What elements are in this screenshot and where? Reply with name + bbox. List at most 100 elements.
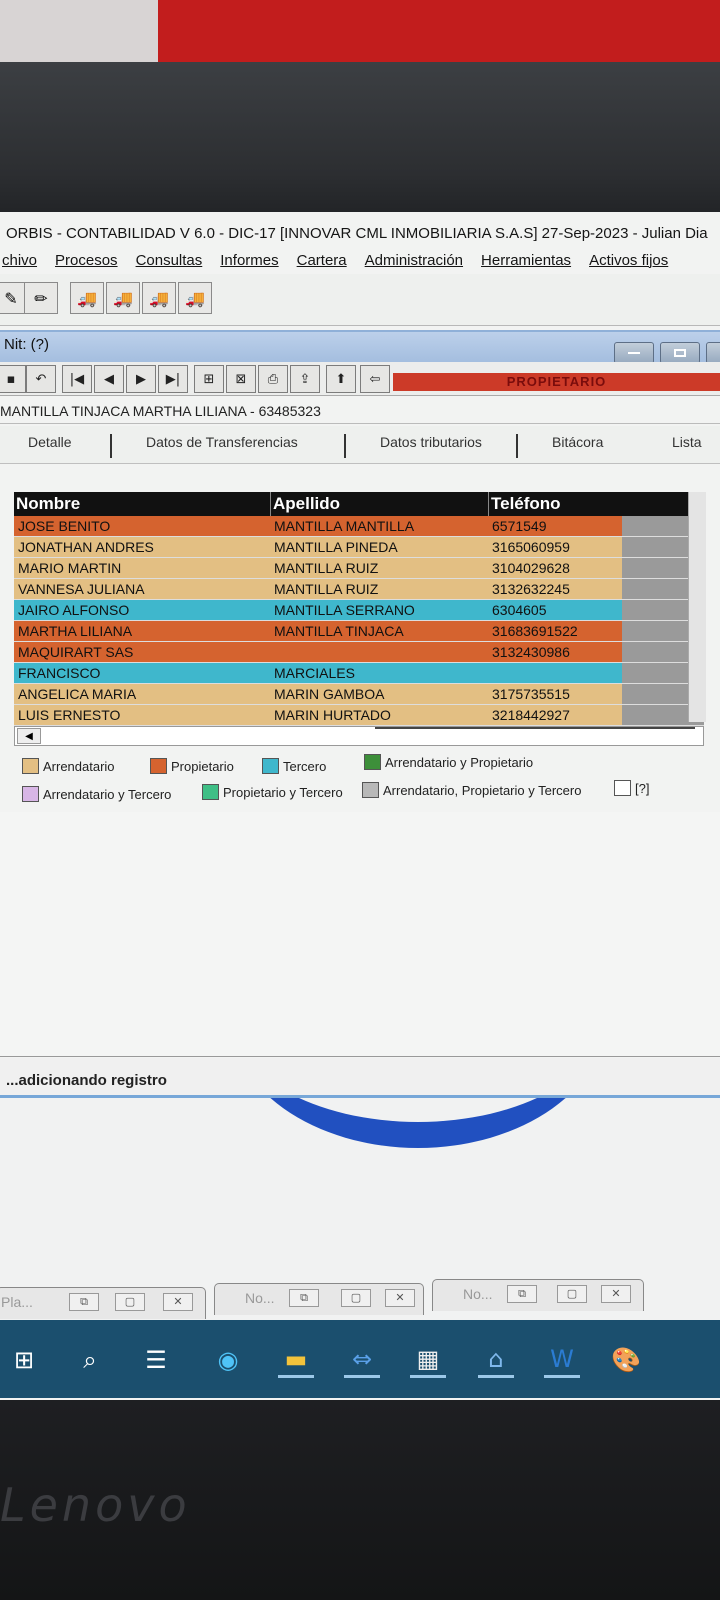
close-button[interactable]	[706, 342, 720, 364]
toolbar-truck-icon[interactable]: 🚚	[70, 282, 104, 314]
close-icon[interactable]: ✕	[601, 1285, 631, 1303]
table-row[interactable]: LUIS ERNESTO MARIN HURTADO 3218442927	[14, 705, 704, 726]
scroll-thumb[interactable]	[375, 727, 695, 745]
cell-telefono[interactable]	[488, 663, 622, 683]
menu-herramientas[interactable]: Herramientas	[481, 248, 571, 274]
menu-administracion[interactable]: Administración	[365, 248, 463, 274]
cell-apellido[interactable]: MARCIALES	[270, 663, 488, 683]
scroll-left-icon[interactable]: ◀	[17, 728, 41, 744]
menu-archivo[interactable]: chivo	[2, 248, 37, 274]
table-row[interactable]: JOSE BENITO MANTILLA MANTILLA 6571549	[14, 516, 704, 537]
table-row[interactable]: FRANCISCO MARCIALES	[14, 663, 704, 684]
delete-record-icon[interactable]: ⊠	[226, 365, 256, 393]
cell-nombre[interactable]: LUIS ERNESTO	[14, 705, 270, 725]
cell-apellido[interactable]	[270, 642, 488, 662]
exit-icon[interactable]: ⇦	[360, 365, 390, 393]
edge-browser-icon[interactable]: ◉	[210, 1342, 246, 1378]
cell-telefono[interactable]: 6304605	[488, 600, 622, 620]
minimized-window[interactable]: Pla... ⧉ ▢ ✕	[0, 1287, 206, 1319]
cell-nombre[interactable]: JAIRO ALFONSO	[14, 600, 270, 620]
toolbar-truck-red-icon[interactable]: 🚚	[106, 282, 140, 314]
cell-nombre[interactable]: MARTHA LILIANA	[14, 621, 270, 641]
table-row[interactable]: JAIRO ALFONSO MANTILLA SERRANO 6304605	[14, 600, 704, 621]
table-row[interactable]: MARTHA LILIANA MANTILLA TINJACA 3168369152…	[14, 621, 704, 642]
cell-apellido[interactable]: MANTILLA TINJACA	[270, 621, 488, 641]
toolbar-truck-blue-icon[interactable]: 🚚	[178, 282, 212, 314]
home-app-icon[interactable]: ⌂	[478, 1342, 514, 1378]
cell-nombre[interactable]: FRANCISCO	[14, 663, 270, 683]
menu-informes[interactable]: Informes	[220, 248, 278, 274]
export-icon[interactable]: ⇪	[290, 365, 320, 393]
grid-vertical-scrollbar[interactable]	[688, 492, 706, 722]
restore-icon[interactable]: ⧉	[69, 1293, 99, 1311]
toolbar-pencil-icon[interactable]: ✏	[24, 282, 58, 314]
word-icon[interactable]: W	[544, 1342, 580, 1378]
cell-telefono[interactable]: 3175735515	[488, 684, 622, 704]
file-explorer-icon[interactable]: ▬	[278, 1342, 314, 1378]
table-row[interactable]: MAQUIRART SAS 3132430986	[14, 642, 704, 663]
cell-apellido[interactable]: MANTILLA PINEDA	[270, 537, 488, 557]
cell-apellido[interactable]: MANTILLA SERRANO	[270, 600, 488, 620]
cell-apellido[interactable]: MARIN GAMBOA	[270, 684, 488, 704]
cell-apellido[interactable]: MANTILLA RUIZ	[270, 558, 488, 578]
maximize-button[interactable]	[660, 342, 700, 364]
maximize-icon[interactable]: ▢	[557, 1285, 587, 1303]
menu-procesos[interactable]: Procesos	[55, 248, 118, 274]
cell-nombre[interactable]: MAQUIRART SAS	[14, 642, 270, 662]
cell-telefono[interactable]: 3132632245	[488, 579, 622, 599]
minimized-window[interactable]: No... ⧉ ▢ ✕	[214, 1283, 424, 1315]
table-row[interactable]: JONATHAN ANDRES MANTILLA PINEDA 3165060959	[14, 537, 704, 558]
cell-telefono[interactable]: 3132430986	[488, 642, 622, 662]
cell-telefono[interactable]: 3165060959	[488, 537, 622, 557]
cell-nombre[interactable]: JONATHAN ANDRES	[14, 537, 270, 557]
remote-access-icon[interactable]: ⇔	[344, 1342, 380, 1378]
first-record-icon[interactable]: |◀	[62, 365, 92, 393]
last-record-icon[interactable]: ▶|	[158, 365, 188, 393]
undo-icon[interactable]: ↶	[26, 365, 56, 393]
maximize-icon[interactable]: ▢	[115, 1293, 145, 1311]
tab-detalle[interactable]: Detalle	[28, 434, 72, 450]
table-row[interactable]: VANNESA JULIANA MANTILLA RUIZ 3132632245	[14, 579, 704, 600]
cell-telefono[interactable]: 6571549	[488, 516, 622, 536]
cell-apellido[interactable]: MANTILLA RUIZ	[270, 579, 488, 599]
add-record-icon[interactable]: ⊞	[194, 365, 224, 393]
print-icon[interactable]: ⎙	[258, 365, 288, 393]
windows-start-icon[interactable]: ⊞	[6, 1342, 42, 1378]
menu-consultas[interactable]: Consultas	[136, 248, 203, 274]
cell-nombre[interactable]: VANNESA JULIANA	[14, 579, 270, 599]
close-icon[interactable]: ✕	[385, 1289, 415, 1307]
maximize-icon[interactable]: ▢	[341, 1289, 371, 1307]
save-icon[interactable]: ▪	[0, 365, 26, 393]
menu-cartera[interactable]: Cartera	[297, 248, 347, 274]
cell-telefono[interactable]: 31683691522	[488, 621, 622, 641]
paint-icon[interactable]: 🎨	[608, 1342, 644, 1378]
minimized-window[interactable]: No... ⧉ ▢ ✕	[432, 1279, 644, 1311]
table-row[interactable]: ANGELICA MARIA MARIN GAMBOA 3175735515	[14, 684, 704, 705]
restore-icon[interactable]: ⧉	[289, 1289, 319, 1307]
close-icon[interactable]: ✕	[163, 1293, 193, 1311]
tab-datos-tributarios[interactable]: Datos tributarios	[380, 434, 482, 450]
toolbar-truck-white-icon[interactable]: 🚚	[142, 282, 176, 314]
column-header-nombre[interactable]: Nombre	[14, 492, 270, 516]
column-header-apellido[interactable]: Apellido	[270, 492, 488, 516]
cell-telefono[interactable]: 3218442927	[488, 705, 622, 725]
minimize-button[interactable]	[614, 342, 654, 364]
column-header-telefono[interactable]: Teléfono	[488, 492, 622, 516]
grid-horizontal-scrollbar[interactable]: ◀	[14, 726, 704, 746]
search-icon[interactable]: ⌕	[72, 1342, 108, 1378]
cell-apellido[interactable]: MARIN HURTADO	[270, 705, 488, 725]
previous-record-icon[interactable]: ◀	[94, 365, 124, 393]
cell-apellido[interactable]: MANTILLA MANTILLA	[270, 516, 488, 536]
attach-icon[interactable]: ⬆	[326, 365, 356, 393]
table-row[interactable]: MARIO MARTIN MANTILLA RUIZ 3104029628	[14, 558, 704, 579]
cell-nombre[interactable]: JOSE BENITO	[14, 516, 270, 536]
calculator-icon[interactable]: ▦	[410, 1342, 446, 1378]
task-view-icon[interactable]: ☰	[138, 1342, 174, 1378]
cell-nombre[interactable]: MARIO MARTIN	[14, 558, 270, 578]
restore-icon[interactable]: ⧉	[507, 1285, 537, 1303]
tab-lista[interactable]: Lista	[672, 434, 702, 450]
cell-telefono[interactable]: 3104029628	[488, 558, 622, 578]
menu-activos-fijos[interactable]: Activos fijos	[589, 248, 668, 274]
cell-nombre[interactable]: ANGELICA MARIA	[14, 684, 270, 704]
next-record-icon[interactable]: ▶	[126, 365, 156, 393]
